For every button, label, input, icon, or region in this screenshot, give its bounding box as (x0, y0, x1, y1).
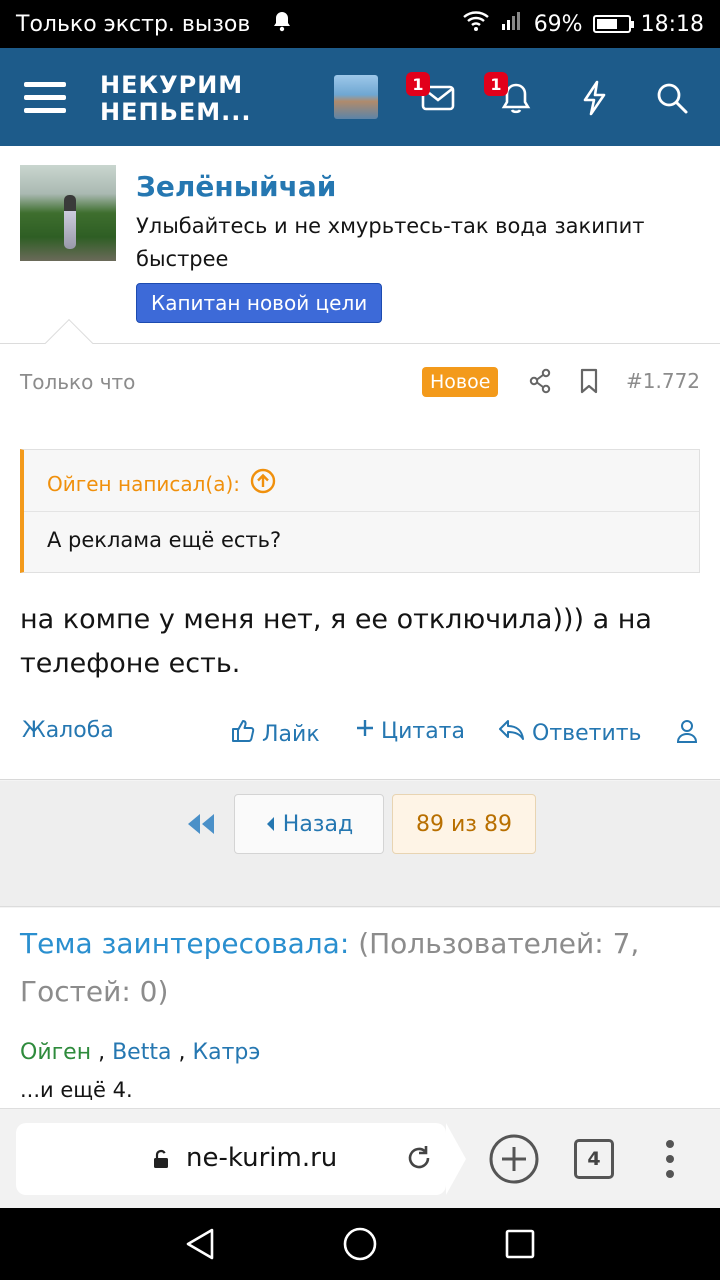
inbox-badge: 1 (406, 72, 430, 96)
post-username[interactable]: Зелёныйчай (136, 170, 336, 203)
post-time[interactable]: Только что (20, 370, 135, 394)
first-page-icon[interactable] (186, 811, 218, 837)
menu-icon[interactable] (24, 82, 66, 114)
logo-line-2: НЕПЬЕМ... (100, 98, 252, 126)
user-profile-icon[interactable] (676, 718, 698, 744)
post: Зелёныйчай Улыбайтесь и не хмурьтесь-так… (0, 146, 720, 780)
system-nav-bar (0, 1208, 720, 1280)
user-title: Улыбайтесь и не хмурьтесь-так вода закип… (136, 214, 645, 271)
url-text[interactable]: ne-kurim.ru (186, 1143, 337, 1173)
report-link[interactable]: Жалоба (22, 718, 114, 743)
status-bar: Только экстр. вызов 69% 18:18 (0, 0, 720, 48)
logo-line-1: НЕКУРИМ (100, 71, 244, 99)
new-tab-plus-icon[interactable] (488, 1133, 540, 1185)
like-button[interactable]: Лайк (230, 718, 320, 750)
signal-icon (500, 10, 524, 38)
plus-icon (355, 718, 375, 744)
viewers-heading[interactable]: Тема заинтересовала: (20, 927, 349, 960)
recents-square-icon[interactable] (502, 1226, 538, 1262)
notification-bell-icon (272, 10, 292, 38)
address-bar[interactable]: ne-kurim.ru (16, 1123, 466, 1195)
jump-up-arrow-icon[interactable] (250, 468, 276, 499)
page-selector[interactable]: 89 из 89 (392, 794, 536, 854)
carrier-text: Только экстр. вызов (16, 11, 251, 37)
post-actions: Жалоба Лайк Цитата Ответить (0, 710, 720, 754)
post-message: на компе у меня нет, я ее отключила))) а… (20, 604, 652, 679)
viewer-link[interactable]: Ойген (20, 1040, 91, 1065)
viewer-separator: , (98, 1040, 106, 1065)
reload-icon[interactable] (404, 1143, 438, 1177)
report-label: Жалоба (22, 718, 114, 743)
lock-icon[interactable] (152, 1149, 170, 1169)
battery-percent: 69% (533, 11, 583, 37)
battery-icon (592, 15, 634, 33)
site-logo[interactable]: НЕКУРИМ НЕПЬЕМ... (100, 72, 252, 126)
tab-switcher-button[interactable]: 4 (574, 1139, 614, 1179)
viewer-link[interactable]: Betta (112, 1040, 171, 1065)
bookmark-icon[interactable] (574, 366, 604, 396)
viewer-link[interactable]: Катрэ (192, 1040, 260, 1065)
like-label: Лайк (262, 721, 320, 747)
thread-viewers: Тема заинтересовала: (Пользователей: 7, … (0, 908, 720, 1108)
new-badge: Новое (422, 367, 499, 397)
prev-page-button[interactable]: Назад (234, 794, 384, 854)
reply-label: Ответить (532, 720, 642, 746)
user-banner: Капитан новой цели (136, 283, 383, 323)
user-avatar[interactable] (20, 165, 116, 261)
browser-toolbar: ne-kurim.ru 4 (0, 1108, 720, 1208)
alerts-badge: 1 (484, 72, 508, 96)
quote-text: А реклама ещё есть? (47, 528, 282, 552)
whats-new-lightning-icon[interactable] (574, 78, 614, 118)
prev-page-label: Назад (282, 811, 354, 837)
quote-block: Ойген написал(а): А реклама ещё есть? (20, 449, 700, 573)
pagination: Назад 89 из 89 (0, 781, 720, 907)
post-number[interactable]: #1.772 (626, 369, 700, 393)
account-avatar[interactable] (334, 75, 378, 119)
wifi-icon (462, 10, 490, 38)
search-icon[interactable] (652, 78, 692, 118)
viewers-list: Ойген , Betta , Катрэ (20, 1040, 260, 1065)
more-vert-icon[interactable] (664, 1139, 676, 1179)
reply-arrow-icon (498, 718, 526, 748)
clock: 18:18 (640, 11, 704, 37)
home-circle-icon[interactable] (342, 1226, 378, 1262)
viewer-separator: , (178, 1040, 186, 1065)
site-header: НЕКУРИМ НЕПЬЕМ... 1 1 (0, 48, 720, 146)
user-arrow (44, 318, 94, 368)
thumbs-up-icon (230, 718, 256, 750)
quote-author[interactable]: Ойген написал(а): (47, 472, 240, 496)
viewers-more: ...и ещё 4. (20, 1078, 133, 1102)
reply-button[interactable]: Ответить (498, 718, 642, 748)
back-triangle-icon[interactable] (182, 1226, 218, 1262)
divider (0, 343, 720, 344)
quote-label: Цитата (381, 718, 465, 744)
quote-button[interactable]: Цитата (355, 718, 465, 744)
share-icon[interactable] (525, 366, 555, 396)
chevron-left-icon (266, 817, 274, 831)
